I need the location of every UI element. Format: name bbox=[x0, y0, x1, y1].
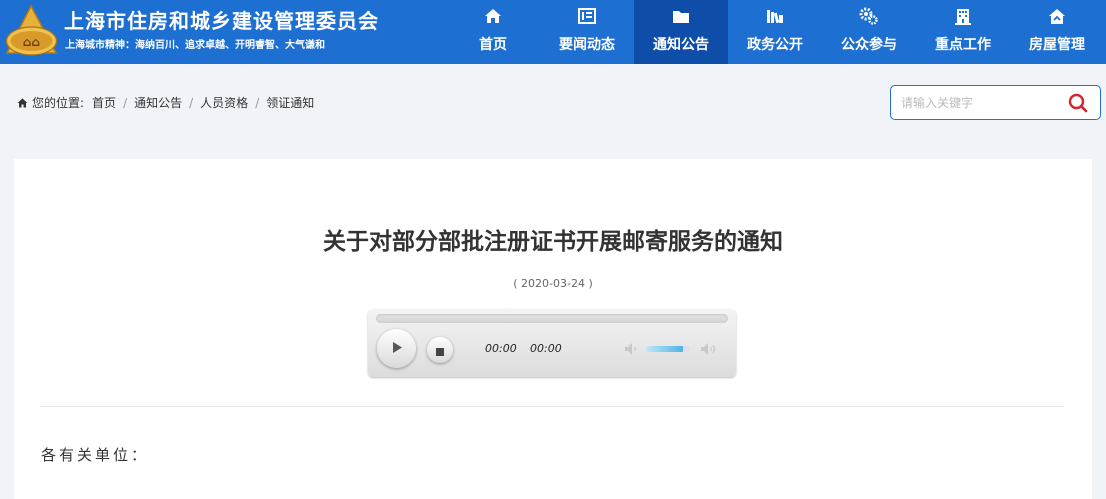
volume-slider[interactable] bbox=[646, 346, 690, 352]
search-input[interactable] bbox=[901, 94, 1061, 112]
search-icon[interactable] bbox=[1068, 93, 1088, 113]
play-button[interactable] bbox=[377, 329, 416, 368]
article-card: 关于对部分部批注册证书开展邮寄服务的通知 ( 2020-03-24 ) 00:0… bbox=[14, 159, 1092, 499]
nav-label: 重点工作 bbox=[935, 37, 991, 53]
nav-item-news[interactable]: 要闻动态 bbox=[540, 0, 634, 64]
article-date: ( 2020-03-24 ) bbox=[513, 277, 593, 290]
home-icon bbox=[484, 5, 502, 27]
nav-item-notices[interactable]: 通知公告 bbox=[634, 0, 728, 64]
article-title: 关于对部分部批注册证书开展邮寄服务的通知 bbox=[323, 229, 783, 255]
nav-label: 首页 bbox=[479, 37, 507, 53]
gears-icon bbox=[859, 5, 879, 27]
nav-label: 公众参与 bbox=[841, 37, 897, 53]
breadcrumb-bar: 您的位置: 首页 / 通知公告 / 人员资格 / 领证通知 bbox=[0, 64, 1106, 144]
folder-icon bbox=[672, 5, 690, 27]
search-box bbox=[890, 85, 1101, 120]
news-icon bbox=[578, 5, 596, 27]
nav-label: 政务公开 bbox=[747, 37, 803, 53]
nav-item-housing[interactable]: 房屋管理 bbox=[1010, 0, 1104, 64]
volume-level bbox=[646, 346, 684, 352]
books-icon bbox=[766, 5, 784, 27]
article-salutation: 各有关单位： bbox=[41, 446, 150, 464]
divider bbox=[40, 406, 1064, 407]
breadcrumb-item-home[interactable]: 首页 bbox=[92, 94, 116, 111]
home-icon bbox=[17, 98, 28, 108]
nav-label: 房屋管理 bbox=[1029, 37, 1085, 53]
breadcrumb-separator: / bbox=[189, 95, 194, 110]
main-nav: 首页 要闻动态 通知公告 政务公开 公众参与 重点工作 房屋管理 bbox=[446, 0, 1104, 64]
volume-mute-icon[interactable] bbox=[624, 341, 640, 360]
site-title[interactable]: 上海市住房和城乡建设管理委员会 bbox=[64, 5, 379, 34]
breadcrumb-item-qualification[interactable]: 人员资格 bbox=[200, 94, 248, 111]
duration-time: 00:00 bbox=[530, 342, 562, 355]
site-header: ⌂⌂ 上海市住房和城乡建设管理委员会 上海城市精神：海纳百川、追求卓越、开明睿智… bbox=[0, 0, 1106, 64]
volume-max-icon[interactable] bbox=[700, 341, 718, 360]
site-logo[interactable]: ⌂⌂ bbox=[4, 3, 59, 58]
nav-label: 通知公告 bbox=[653, 37, 709, 53]
nav-item-home[interactable]: 首页 bbox=[446, 0, 540, 64]
breadcrumb-separator: / bbox=[123, 95, 128, 110]
current-time: 00:00 bbox=[485, 342, 517, 355]
svg-text:⌂⌂: ⌂⌂ bbox=[23, 35, 40, 49]
breadcrumb-prefix: 您的位置: bbox=[32, 96, 85, 110]
building-icon bbox=[954, 5, 972, 27]
audio-player: 00:00 00:00 bbox=[368, 309, 736, 377]
stop-button[interactable] bbox=[427, 337, 453, 363]
nav-label: 要闻动态 bbox=[559, 37, 615, 53]
breadcrumb-item-notices[interactable]: 通知公告 bbox=[134, 94, 182, 111]
stop-icon bbox=[436, 341, 444, 360]
audio-progress-bar[interactable] bbox=[376, 314, 728, 323]
site-slogan: 上海城市精神：海纳百川、追求卓越、开明睿智、大气谦和 bbox=[65, 40, 325, 51]
breadcrumb-item-certificate[interactable]: 领证通知 bbox=[266, 94, 314, 111]
nav-item-gov-affairs[interactable]: 政务公开 bbox=[728, 0, 822, 64]
breadcrumb-separator: / bbox=[255, 95, 260, 110]
nav-item-key-work[interactable]: 重点工作 bbox=[916, 0, 1010, 64]
nav-item-participation[interactable]: 公众参与 bbox=[822, 0, 916, 64]
play-icon bbox=[391, 339, 403, 358]
house-icon bbox=[1048, 5, 1066, 27]
breadcrumb: 您的位置: 首页 / 通知公告 / 人员资格 / 领证通知 bbox=[17, 94, 314, 111]
